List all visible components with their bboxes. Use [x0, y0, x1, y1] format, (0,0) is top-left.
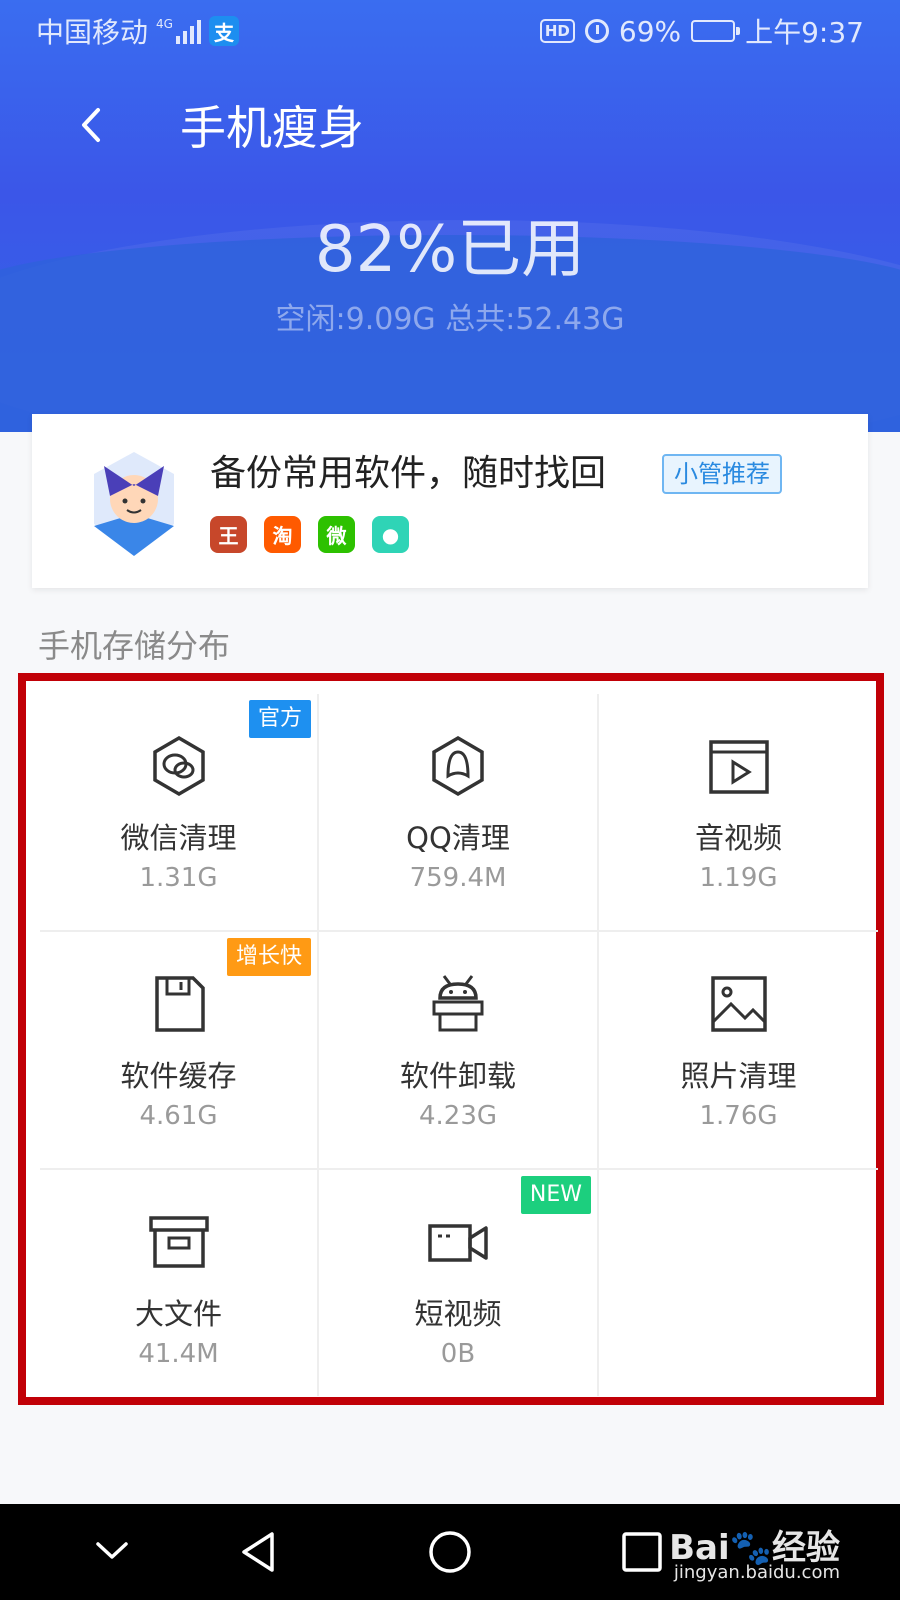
storage-item-photo[interactable]: 照片清理 1.76G: [599, 932, 878, 1170]
storage-item-size: 1.19G: [699, 863, 778, 893]
storage-item-uninstall[interactable]: 软件卸载 4.23G: [319, 932, 599, 1170]
wechat-clean-icon: [152, 735, 205, 797]
nav-home-button[interactable]: [420, 1524, 480, 1580]
back-button[interactable]: [70, 100, 120, 150]
storage-item-media[interactable]: 音视频 1.19G: [599, 694, 878, 932]
storage-item-tag: NEW: [520, 1176, 591, 1214]
large-file-icon: [148, 1216, 209, 1268]
storage-item-name: 软件缓存: [120, 1059, 237, 1093]
used-percent: 82%已用: [314, 213, 586, 287]
storage-item-name: 音视频: [694, 821, 782, 855]
header: 中国移动 4G 支 HD 69% 上午9:37 手机瘦身 82%已用 空闲:9.…: [0, 0, 900, 432]
square-recents-icon: [622, 1532, 662, 1572]
uninstall-icon: [432, 975, 484, 1032]
storage-item-size: 4.23G: [418, 1101, 498, 1131]
storage-item-wechat-clean[interactable]: 微信清理 1.31G 官方: [40, 694, 319, 932]
media-icon: [708, 740, 769, 794]
hd-icon: HD: [539, 19, 575, 43]
storage-item-short-video[interactable]: 短视频 0B NEW: [319, 1170, 599, 1396]
battery-icon: [691, 20, 741, 42]
storage-item-size: 1.31G: [139, 863, 218, 893]
storage-item-name: 微信清理: [120, 821, 237, 855]
qq-clean-icon: [432, 735, 484, 797]
storage-grid-highlight: 微信清理 1.31G 官方 QQ清理 759.4M 音视频 1.19G 软件缓存 4.61G 增长…: [18, 673, 884, 1405]
triangle-back-icon: [242, 1532, 274, 1572]
storage-item-size: 1.76G: [699, 1101, 778, 1131]
storage-item-size: 4.61G: [139, 1101, 218, 1131]
wechat-app-icon: 微: [318, 516, 355, 553]
chevron-down-icon: [96, 1542, 128, 1559]
storage-item-name: 短视频: [414, 1297, 502, 1331]
nav-collapse-button[interactable]: [82, 1524, 142, 1580]
signal-icon: 4G: [156, 18, 201, 44]
short-video-icon: [428, 1224, 488, 1262]
storage-grid: 微信清理 1.31G 官方 QQ清理 759.4M 音视频 1.19G 软件缓存 4.61G 增长…: [40, 694, 878, 1396]
storage-item-name: QQ清理: [406, 821, 510, 855]
game-app-icon: 王: [210, 516, 247, 553]
storage-item-tag: 官方: [248, 700, 311, 738]
taobao-app-icon: 淘: [264, 516, 301, 553]
storage-item-size: 41.4M: [138, 1339, 219, 1369]
storage-item-qq-clean[interactable]: QQ清理 759.4M: [319, 694, 599, 932]
chevron-left-icon: [82, 108, 100, 142]
backup-card-title: 备份常用软件，随时找回: [210, 453, 607, 494]
alipay-notification-icon: 支: [208, 16, 239, 46]
network-type-label: 4G: [156, 17, 173, 31]
page-title: 手机瘦身: [180, 101, 364, 155]
storage-item-name: 照片清理: [680, 1059, 797, 1093]
panda-app-icon: ●: [372, 516, 409, 553]
battery-percent: 69%: [618, 14, 682, 48]
storage-item-large-file[interactable]: 大文件 41.4M: [40, 1170, 319, 1396]
storage-item-tag: 增长快: [226, 938, 311, 976]
section-label: 手机存储分布: [38, 627, 231, 665]
cache-icon: [154, 976, 205, 1032]
clock: 上午9:37: [745, 16, 864, 49]
circle-home-icon: [429, 1531, 471, 1573]
storage-item-size: 759.4M: [409, 863, 507, 893]
recommend-badge: 小管推荐: [662, 454, 782, 494]
photo-icon: [710, 976, 767, 1032]
storage-item-name: 大文件: [134, 1297, 222, 1331]
storage-item-name: 软件卸载: [399, 1059, 516, 1093]
nav-recents-button[interactable]: [612, 1524, 672, 1580]
storage-item-cache[interactable]: 软件缓存 4.61G 增长快: [40, 932, 319, 1170]
free-total-text: 空闲:9.09G 总共:52.43G: [275, 302, 625, 337]
backup-card[interactable]: 备份常用软件，随时找回 小管推荐 王淘微 ●: [32, 414, 868, 588]
carrier-label: 中国移动: [36, 16, 149, 49]
bottom-spacer: [0, 1432, 900, 1504]
status-bar: 中国移动 4G 支 HD 69% 上午9:37: [0, 0, 900, 62]
alarm-icon: [584, 19, 609, 43]
nav-back-button[interactable]: [230, 1524, 290, 1580]
mascot-icon: [94, 452, 174, 556]
watermark-url: jingyan.baidu.com: [673, 1562, 840, 1583]
backup-app-list: 王淘微 ●: [210, 516, 409, 553]
storage-item-size: 0B: [440, 1339, 476, 1369]
empty-cell: [599, 1170, 878, 1396]
